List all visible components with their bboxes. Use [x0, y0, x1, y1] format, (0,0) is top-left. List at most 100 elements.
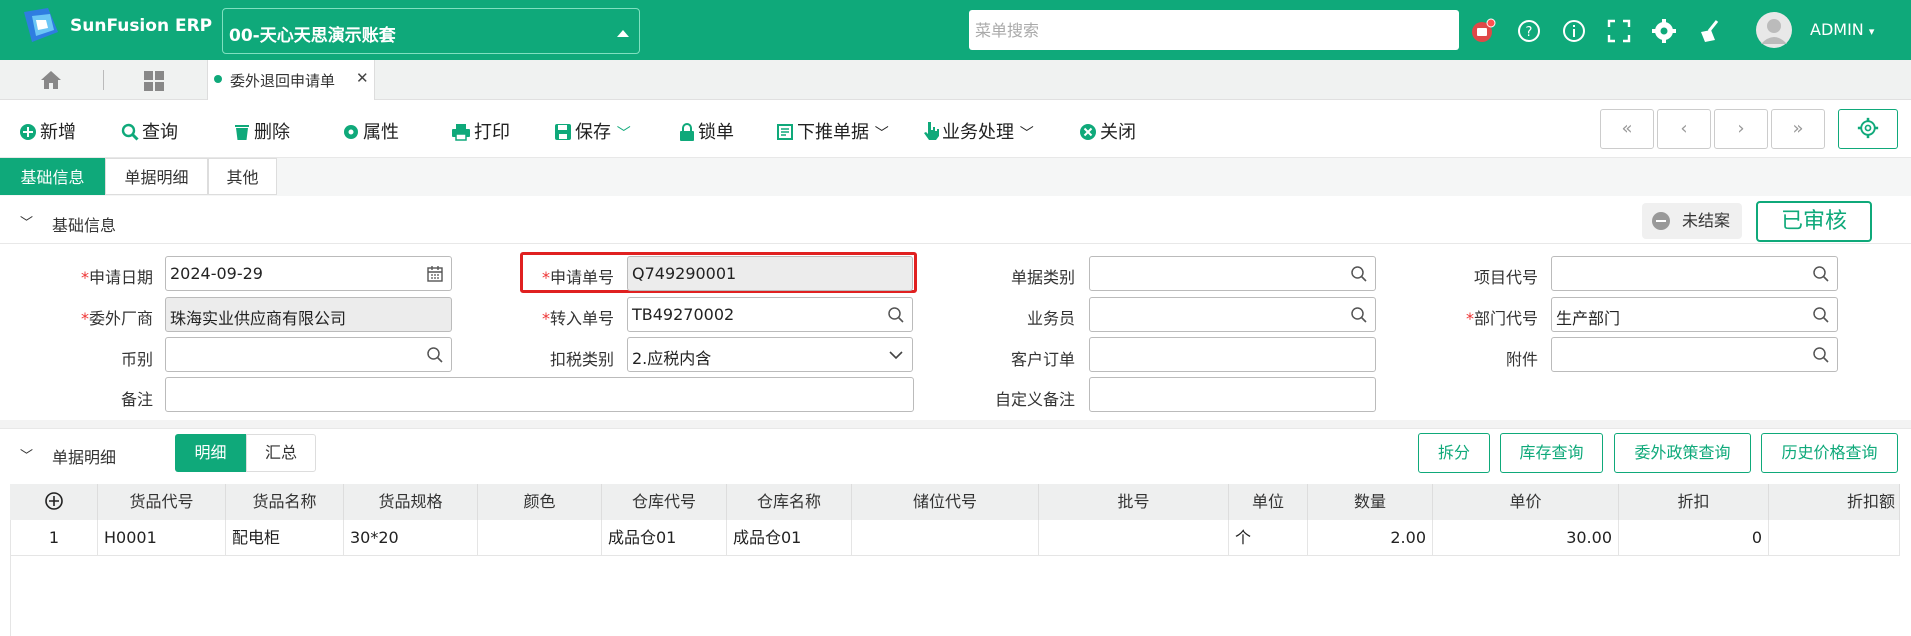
col-batch-no[interactable]: 批号 — [1039, 484, 1229, 520]
search-icon[interactable] — [1812, 346, 1830, 364]
project-code-field[interactable] — [1551, 256, 1838, 291]
cell-goods-name[interactable]: 配电柜 — [226, 520, 344, 556]
col-discount[interactable]: 折扣 — [1619, 484, 1769, 520]
attachment-field[interactable] — [1551, 337, 1838, 372]
col-color[interactable]: 颜色 — [478, 484, 602, 520]
settings-icon[interactable] — [1651, 18, 1677, 44]
custom-remark-label: 自定义备注 — [994, 390, 1075, 409]
cell-location-code[interactable] — [852, 520, 1039, 556]
col-goods-name[interactable]: 货品名称 — [226, 484, 344, 520]
cell-quantity[interactable]: 2.00 — [1308, 520, 1433, 556]
close-tab-icon[interactable]: ✕ — [356, 69, 369, 87]
search-icon[interactable] — [426, 346, 444, 364]
cell-warehouse-code[interactable]: 成品仓01 — [602, 520, 727, 556]
collapse-chevron-icon[interactable]: ﹀ — [20, 445, 33, 464]
fullscreen-icon[interactable] — [1606, 18, 1632, 44]
tab-basic-info[interactable]: 基础信息 — [0, 158, 105, 195]
col-discount-amount[interactable]: 折扣额 — [1769, 484, 1900, 520]
print-button[interactable]: 打印 — [451, 118, 510, 144]
transfer-no-field[interactable]: TB49270002 — [627, 297, 913, 332]
query-button[interactable]: 查询 — [121, 118, 178, 144]
cell-batch-no[interactable] — [1039, 520, 1229, 556]
tab-document-details[interactable]: 单据明细 — [105, 158, 208, 195]
apply-no-label: *申请单号 — [541, 268, 614, 287]
properties-label: 属性 — [363, 122, 399, 143]
vendor-field[interactable]: 珠海实业供应商有限公司 — [165, 297, 452, 332]
col-unit-price[interactable]: 单价 — [1433, 484, 1619, 520]
customer-order-field[interactable] — [1089, 337, 1376, 372]
currency-field[interactable] — [165, 337, 452, 372]
collapse-chevron-icon[interactable]: ﹀ — [20, 212, 33, 231]
view-summary-toggle[interactable]: 汇总 — [246, 434, 316, 472]
stock-query-button[interactable]: 库存查询 — [1500, 433, 1603, 473]
remark-field[interactable] — [165, 377, 914, 412]
help-icon[interactable]: ? — [1516, 18, 1542, 44]
info-icon[interactable] — [1561, 18, 1587, 44]
push-down-button[interactable]: 下推单据 ﹀ — [776, 118, 889, 144]
home-icon[interactable] — [40, 70, 62, 94]
save-icon — [555, 124, 571, 140]
new-label: 新增 — [40, 122, 76, 143]
notification-icon[interactable] — [1470, 18, 1496, 44]
dashboard-icon[interactable] — [143, 70, 165, 96]
next-record-button[interactable]: › — [1714, 109, 1768, 149]
close-label: 关闭 — [1100, 122, 1136, 143]
col-unit[interactable]: 单位 — [1229, 484, 1308, 520]
doc-type-field[interactable] — [1089, 256, 1376, 291]
cell-discount[interactable]: 0 — [1619, 520, 1769, 556]
account-selector[interactable]: 00-天心天思演示账套 — [222, 8, 640, 54]
cell-unit-price[interactable]: 30.00 — [1433, 520, 1619, 556]
cell-color[interactable] — [478, 520, 602, 556]
cell-warehouse-name[interactable]: 成品仓01 — [727, 520, 852, 556]
col-goods-spec[interactable]: 货品规格 — [344, 484, 478, 520]
business-button[interactable]: 业务处理 ﹀ — [923, 118, 1034, 144]
prev-record-button[interactable]: ‹ — [1657, 109, 1711, 149]
first-record-button[interactable]: « — [1600, 109, 1654, 149]
search-icon[interactable] — [1812, 265, 1830, 283]
cell-goods-spec[interactable]: 30*20 — [344, 520, 478, 556]
salesman-field[interactable] — [1089, 297, 1376, 332]
cell-goods-code[interactable]: H0001 — [98, 520, 226, 556]
col-quantity[interactable]: 数量 — [1308, 484, 1433, 520]
search-icon[interactable] — [1350, 265, 1368, 283]
search-icon[interactable] — [1350, 306, 1368, 324]
cell-unit[interactable]: 个 — [1229, 520, 1308, 556]
col-location-code[interactable]: 储位代号 — [852, 484, 1039, 520]
search-icon[interactable] — [1812, 306, 1830, 324]
user-menu[interactable]: ADMIN ▾ — [1810, 20, 1874, 39]
tab-return-request[interactable]: 委外退回申请单 ✕ — [207, 60, 375, 100]
tax-type-select[interactable]: 2.应税内含 — [627, 337, 913, 372]
push-down-label: 下推单据 — [797, 122, 869, 143]
page-settings-button[interactable] — [1838, 109, 1898, 149]
properties-button[interactable]: 属性 — [342, 118, 399, 144]
tab-other[interactable]: 其他 — [208, 158, 277, 195]
search-icon[interactable] — [887, 306, 905, 324]
col-goods-code[interactable]: 货品代号 — [98, 484, 226, 520]
col-warehouse-code[interactable]: 仓库代号 — [602, 484, 727, 520]
price-history-button[interactable]: 历史价格查询 — [1761, 433, 1898, 473]
business-label: 业务处理 — [942, 122, 1014, 143]
split-button[interactable]: 拆分 — [1418, 433, 1490, 473]
clean-icon[interactable] — [1697, 18, 1723, 44]
save-button[interactable]: 保存 ﹀ — [554, 118, 631, 144]
last-record-button[interactable]: » — [1771, 109, 1825, 149]
cell-discount-amount[interactable] — [1769, 520, 1900, 556]
lock-button[interactable]: 锁单 — [679, 118, 734, 144]
delete-button[interactable]: 删除 — [233, 118, 290, 144]
add-row-icon[interactable] — [10, 484, 98, 520]
avatar[interactable] — [1756, 12, 1792, 48]
dept-code-field[interactable]: 生产部门 — [1551, 297, 1838, 332]
subtab-bar — [0, 158, 1911, 196]
view-detail-toggle[interactable]: 明细 — [175, 434, 246, 472]
custom-remark-field[interactable] — [1089, 377, 1376, 412]
apply-date-field[interactable]: 2024-09-29 — [165, 256, 452, 291]
col-warehouse-name[interactable]: 仓库名称 — [727, 484, 852, 520]
user-name: ADMIN — [1810, 20, 1864, 39]
calendar-icon[interactable] — [426, 265, 444, 283]
customer-order-label: 客户订单 — [1010, 350, 1075, 369]
new-button[interactable]: 新增 — [19, 118, 76, 144]
policy-query-button[interactable]: 委外政策查询 — [1614, 433, 1751, 473]
close-button[interactable]: 关闭 — [1079, 118, 1136, 144]
apply-no-field[interactable]: Q749290001 — [627, 256, 913, 291]
menu-search-input[interactable] — [969, 10, 1459, 50]
